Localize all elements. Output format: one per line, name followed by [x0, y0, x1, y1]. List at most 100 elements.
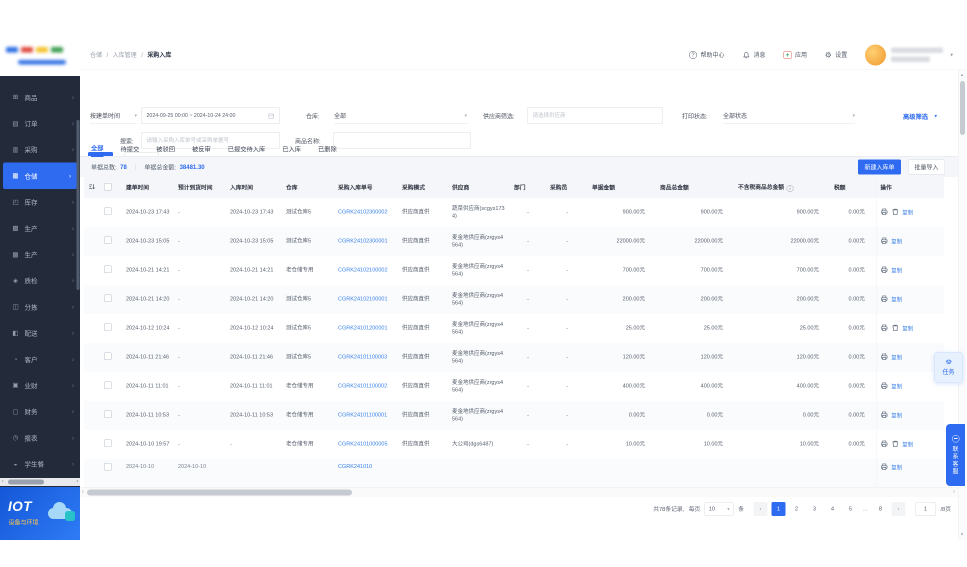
copy-link[interactable]: 复制	[891, 268, 902, 274]
sidebar-item-quality[interactable]: ◈质检›	[0, 267, 80, 293]
scrollbar-thumb[interactable]	[8, 480, 44, 485]
scroll-right-icon[interactable]: ›	[76, 479, 78, 485]
row-checkbox[interactable]	[104, 410, 112, 418]
page-button-1[interactable]: 1	[771, 502, 785, 516]
scrollbar-thumb[interactable]	[87, 490, 352, 496]
print-icon[interactable]	[880, 237, 888, 245]
print-icon[interactable]	[880, 208, 888, 216]
copy-link[interactable]: 复制	[891, 384, 902, 390]
page-button-3[interactable]: 3	[807, 502, 821, 516]
page-button-5[interactable]: 5	[843, 502, 857, 516]
tab-to-submit[interactable]: 待提交	[121, 140, 140, 157]
column-settings-icon[interactable]	[88, 183, 96, 191]
row-checkbox[interactable]	[104, 352, 112, 360]
per-page-select[interactable]: 10 ▾	[705, 502, 734, 516]
print-icon[interactable]	[880, 382, 888, 390]
messages-button[interactable]: 消息	[742, 51, 765, 60]
page-button-8[interactable]: 8	[873, 502, 887, 516]
order-number-link[interactable]: CGRK241010	[338, 464, 372, 470]
delete-icon[interactable]	[891, 324, 899, 332]
sidebar-item-customer[interactable]: ◔客户›	[0, 346, 80, 372]
user-menu[interactable]: ▾	[865, 44, 953, 65]
tab-submitted-pending[interactable]: 已提交待入库	[228, 140, 266, 157]
order-number-link[interactable]: CGRK24102100001	[338, 296, 388, 302]
sidebar-item-finance[interactable]: ▢财务›	[0, 398, 80, 424]
tab-all[interactable]: 全部	[91, 140, 104, 157]
print-status-select[interactable]: 全部状态 ▾	[723, 108, 855, 124]
row-checkbox[interactable]	[104, 463, 112, 471]
prev-page-button[interactable]: ‹	[753, 502, 767, 516]
iot-banner[interactable]: IOT 设备与环境	[0, 487, 80, 540]
supplier-input[interactable]	[527, 107, 663, 124]
row-checkbox[interactable]	[104, 236, 112, 244]
order-number-link[interactable]: CGRK24101000005	[338, 441, 388, 447]
sidebar-item-production-2[interactable]: ▩生产›	[0, 241, 80, 267]
scroll-left-icon[interactable]: ‹	[2, 479, 4, 485]
copy-link[interactable]: 复制	[902, 210, 913, 216]
row-checkbox[interactable]	[104, 294, 112, 302]
order-number-link[interactable]: CGRK24101100002	[338, 383, 387, 389]
customer-service-widget[interactable]: 联系客服	[946, 424, 965, 486]
warehouse-select[interactable]: 全部 ▾	[334, 108, 467, 124]
create-inbound-button[interactable]: 新建入库单	[858, 160, 901, 175]
order-number-link[interactable]: CGRK24102300002	[338, 209, 388, 215]
copy-link[interactable]: 复制	[891, 465, 902, 471]
apps-button[interactable]: + 应用	[783, 51, 807, 60]
help-center-button[interactable]: ? 帮助中心	[689, 51, 725, 60]
print-icon[interactable]	[880, 324, 888, 332]
order-number-link[interactable]: CGRK24101100001	[338, 412, 387, 418]
row-checkbox[interactable]	[104, 439, 112, 447]
sidebar-item-inventory[interactable]: ◰库存›	[0, 189, 80, 215]
tab-stored[interactable]: 已入库	[282, 140, 301, 157]
scroll-down-icon[interactable]: ▼	[960, 532, 964, 537]
order-number-link[interactable]: CGRK24101100003	[338, 354, 387, 360]
select-all-checkbox[interactable]	[104, 183, 112, 191]
delete-icon[interactable]	[891, 440, 899, 448]
tab-re-reviewed[interactable]: 被反审	[192, 140, 211, 157]
sidebar-item-delivery[interactable]: ◧配送›	[0, 320, 80, 346]
order-number-link[interactable]: CGRK24101200001	[338, 325, 388, 331]
print-icon[interactable]	[880, 353, 888, 361]
scrollbar-thumb[interactable]	[960, 81, 965, 135]
order-number-link[interactable]: CGRK24102300001	[338, 238, 388, 244]
copy-link[interactable]: 复制	[891, 413, 902, 419]
print-icon[interactable]	[880, 440, 888, 448]
page-button-2[interactable]: 2	[789, 502, 803, 516]
sidebar-item-sorting[interactable]: ◫分拣›	[0, 294, 80, 320]
time-field-select[interactable]: 按建单时间 ▾	[90, 108, 137, 124]
sidebar-item-student-meal[interactable]: ◒学生餐›	[0, 451, 80, 477]
copy-link[interactable]: 复制	[891, 239, 902, 245]
row-checkbox[interactable]	[104, 207, 112, 215]
copy-link[interactable]: 复制	[891, 355, 902, 361]
date-range-input[interactable]: 2024-09-25 00:00 ~ 2024-10-24 24:00	[141, 107, 280, 124]
delete-icon[interactable]	[891, 208, 899, 216]
page-button-4[interactable]: 4	[825, 502, 839, 516]
row-checkbox[interactable]	[104, 265, 112, 273]
print-icon[interactable]	[880, 295, 888, 303]
copy-link[interactable]: 复制	[891, 297, 902, 303]
scroll-right-icon[interactable]: ›	[953, 489, 955, 495]
next-page-button[interactable]: ›	[891, 502, 905, 516]
sidebar-item-production[interactable]: ▩生产›	[0, 215, 80, 241]
breadcrumb-item[interactable]: 仓储	[90, 51, 102, 60]
sidebar-item-warehouse[interactable]: ▦仓储›	[3, 163, 77, 189]
tab-deleted[interactable]: 已删除	[318, 140, 337, 157]
sidebar-item-orders[interactable]: ▤订单›	[0, 110, 80, 136]
batch-import-button[interactable]: 批量导入	[908, 160, 945, 175]
page-jump-input[interactable]	[915, 502, 936, 516]
breadcrumb-item[interactable]: 入库管理	[113, 51, 137, 60]
print-icon[interactable]	[880, 463, 888, 471]
row-checkbox[interactable]	[104, 323, 112, 331]
scroll-left-icon[interactable]: ‹	[82, 489, 84, 495]
sidebar-item-goods[interactable]: ⊞商品›	[0, 84, 80, 110]
row-checkbox[interactable]	[104, 381, 112, 389]
sidebar-horizontal-scrollbar[interactable]: ‹ ›	[0, 478, 80, 486]
pagination-ellipsis[interactable]: ...	[861, 506, 869, 512]
sidebar-item-report[interactable]: ◷报表›	[0, 425, 80, 451]
settings-button[interactable]: ⚙ 设置	[825, 50, 847, 59]
sidebar-item-business-finance[interactable]: ▣业财›	[0, 372, 80, 398]
scroll-up-icon[interactable]: ▲	[960, 73, 964, 78]
tab-rejected[interactable]: 被驳回	[156, 140, 175, 157]
advanced-filter-button[interactable]: 高级筛选 ▾	[903, 108, 937, 124]
copy-link[interactable]: 复制	[902, 326, 913, 332]
